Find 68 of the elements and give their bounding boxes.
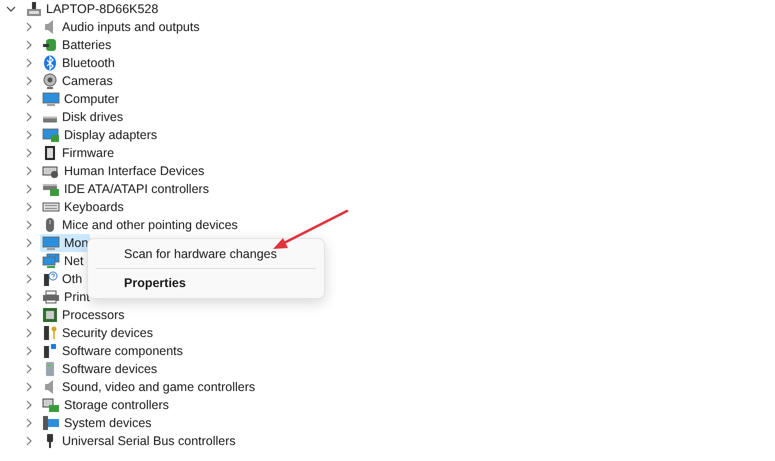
menu-item[interactable]: Scan for hardware changes — [88, 243, 324, 265]
battery-icon — [42, 37, 58, 53]
chevron-right-icon[interactable] — [24, 76, 34, 86]
chevron-right-icon[interactable] — [24, 274, 34, 284]
disk-drive-icon — [42, 116, 58, 123]
chevron-right-icon[interactable] — [24, 166, 34, 176]
menu-item[interactable]: Properties — [88, 272, 324, 294]
chevron-right-icon[interactable] — [24, 220, 34, 230]
chevron-right-icon[interactable] — [24, 184, 34, 194]
tree-item[interactable]: Print — [64, 290, 90, 304]
chevron-right-icon[interactable] — [24, 256, 34, 266]
tree-item[interactable]: Batteries — [62, 38, 112, 52]
chevron-right-icon[interactable] — [24, 436, 34, 446]
chevron-right-icon[interactable] — [24, 40, 34, 50]
processor-icon — [42, 307, 58, 323]
bluetooth-icon — [42, 55, 58, 71]
chevron-right-icon[interactable] — [24, 58, 34, 68]
monitor-icon — [42, 91, 60, 107]
tree-item[interactable]: Display adapters — [64, 128, 158, 142]
chevron-down-icon[interactable] — [6, 4, 16, 14]
chevron-right-icon[interactable] — [24, 22, 34, 32]
tree-item[interactable]: Firmware — [62, 146, 114, 160]
tree-item[interactable]: Disk drives — [62, 110, 124, 124]
unknown-device-icon — [42, 271, 58, 287]
chevron-right-icon[interactable] — [24, 382, 34, 392]
tree-item[interactable]: Cameras — [62, 74, 113, 88]
tree-item[interactable]: Security devices — [62, 326, 154, 340]
tree-item[interactable]: Bluetooth — [62, 56, 115, 70]
chip-icon — [42, 145, 58, 161]
tree-item[interactable]: Mice and other pointing devices — [62, 218, 238, 232]
chevron-right-icon[interactable] — [24, 400, 34, 410]
tree-item[interactable]: Net — [64, 254, 84, 268]
tree-item[interactable]: Processors — [62, 308, 125, 322]
chevron-right-icon[interactable] — [24, 202, 34, 212]
tree-item[interactable]: Human Interface Devices — [64, 164, 204, 178]
display-adapter-icon — [42, 127, 60, 143]
key-icon — [42, 325, 58, 341]
tree-item[interactable]: Software devices — [62, 362, 158, 376]
tree-item[interactable]: Oth — [62, 272, 82, 286]
network-icon — [42, 253, 60, 269]
chevron-right-icon[interactable] — [24, 94, 34, 104]
chevron-right-icon[interactable] — [24, 364, 34, 374]
tree-item[interactable]: IDE ATA/ATAPI controllers — [64, 182, 209, 196]
system-device-icon — [42, 415, 60, 431]
tree-item[interactable]: Universal Serial Bus controllers — [62, 434, 236, 448]
computer-icon — [26, 1, 42, 17]
chevron-right-icon[interactable] — [24, 328, 34, 338]
chevron-right-icon[interactable] — [24, 148, 34, 158]
monitor-icon — [42, 235, 60, 251]
tree-item[interactable]: Sound, video and game controllers — [62, 380, 256, 394]
storage-controller-icon — [42, 397, 60, 413]
tree-item[interactable]: Storage controllers — [64, 398, 169, 412]
tree-item[interactable]: Keyboards — [64, 200, 124, 214]
chevron-right-icon[interactable] — [24, 310, 34, 320]
tree-item[interactable]: Audio inputs and outputs — [62, 20, 200, 34]
chevron-right-icon[interactable] — [24, 238, 34, 248]
chevron-right-icon[interactable] — [24, 346, 34, 356]
printer-icon — [42, 289, 60, 305]
tree-item[interactable]: LAPTOP-8D66K528 — [46, 2, 158, 16]
chevron-right-icon[interactable] — [24, 112, 34, 122]
webcam-icon — [42, 73, 58, 89]
chevron-right-icon[interactable] — [24, 130, 34, 140]
chevron-right-icon[interactable] — [24, 418, 34, 428]
tree-item[interactable]: Computer — [64, 92, 119, 106]
chevron-right-icon[interactable] — [24, 292, 34, 302]
component-icon — [42, 343, 58, 359]
tree-item[interactable]: System devices — [64, 416, 152, 430]
tree-item[interactable]: Software components — [62, 344, 183, 358]
